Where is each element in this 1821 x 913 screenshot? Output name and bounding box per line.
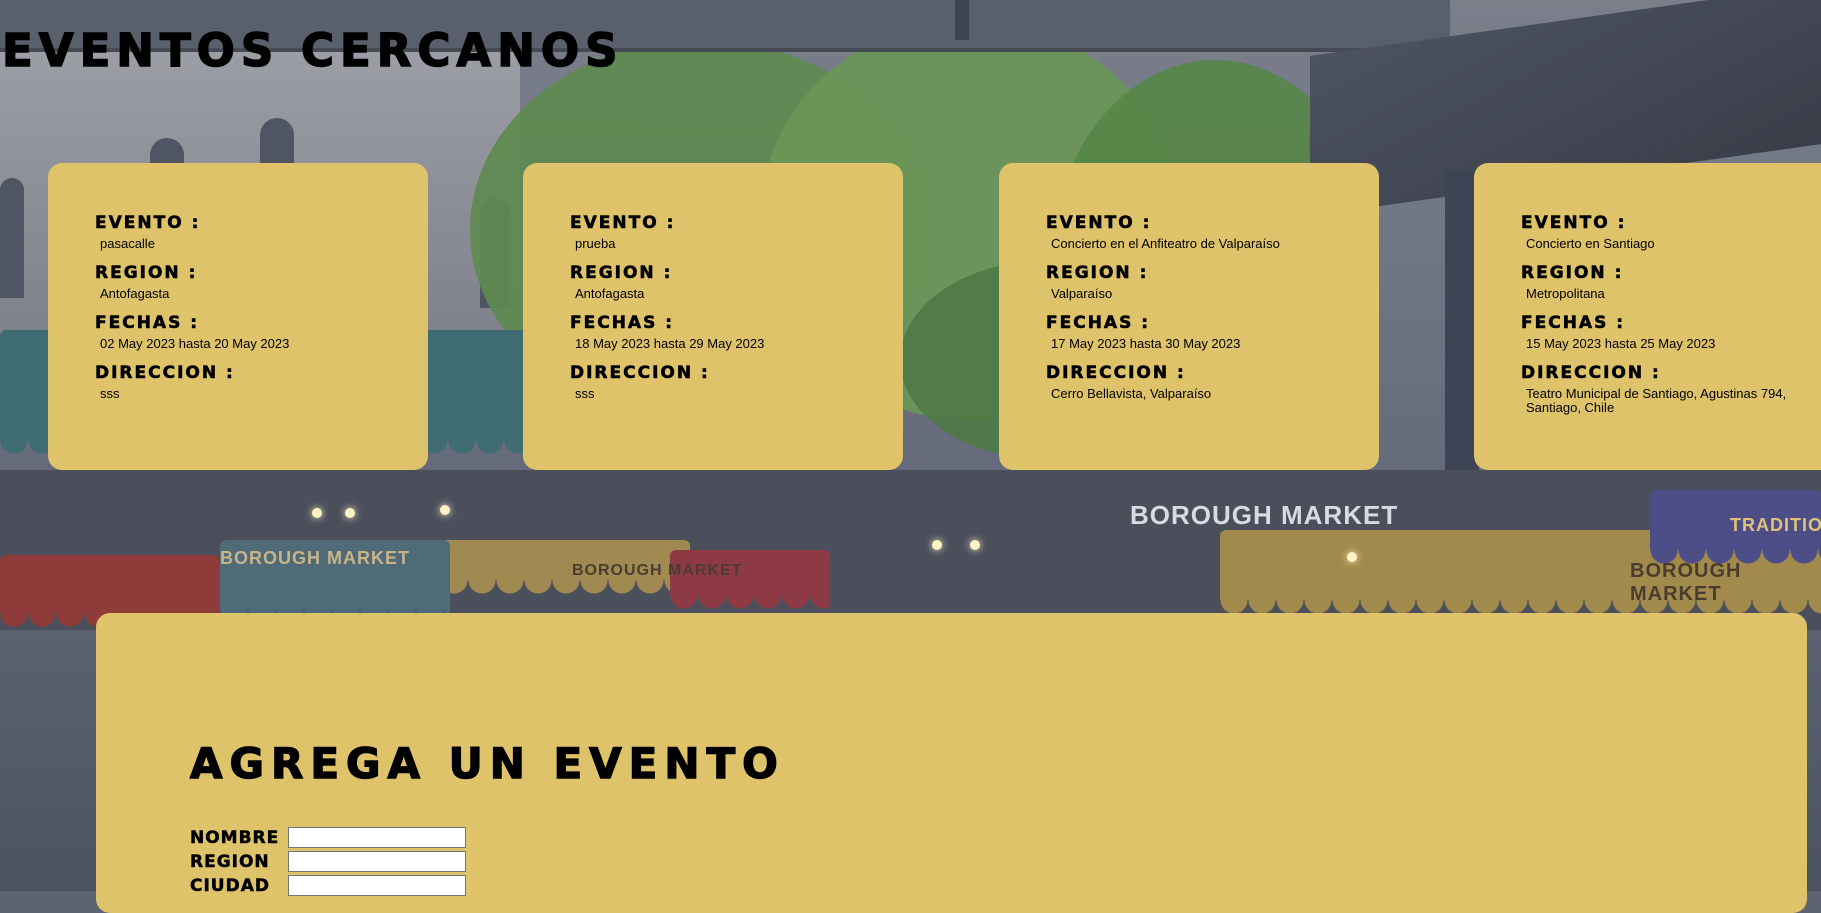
sign-borough-market: BOROUGH MARKET	[572, 562, 743, 579]
form-title: AGREGA UN EVENTO	[189, 739, 785, 788]
sign-traditional: TRADITIONAL	[1730, 515, 1821, 535]
evento-value: Concierto en el Anfiteatro de Valparaíso	[1051, 236, 1280, 251]
event-card: EVENTO : prueba REGION : Antofagasta FEC…	[523, 163, 903, 470]
region-label: REGION :	[95, 263, 198, 284]
fechas-value: 02 May 2023 hasta 20 May 2023	[100, 336, 290, 351]
direccion-value: sss	[100, 386, 120, 401]
fechas-value: 15 May 2023 hasta 25 May 2023	[1526, 336, 1716, 351]
nombre-input[interactable]	[288, 827, 466, 848]
evento-label: EVENTO :	[1521, 213, 1627, 234]
form-row-ciudad: CIUDAD	[190, 875, 466, 896]
evento-label: EVENTO :	[570, 213, 676, 234]
ciudad-label: CIUDAD	[190, 875, 270, 896]
sign-borough-market: BOROUGH MARKET	[220, 548, 410, 568]
add-event-form: AGREGA UN EVENTO NOMBRE REGION CIUDAD	[96, 613, 1807, 913]
region-value: Antofagasta	[575, 286, 645, 301]
region-label: REGION	[190, 851, 270, 872]
event-card: EVENTO : Concierto en Santiago REGION : …	[1474, 163, 1821, 470]
evento-label: EVENTO :	[1046, 213, 1152, 234]
ciudad-input[interactable]	[288, 875, 466, 896]
direccion-value: sss	[575, 386, 595, 401]
region-label: REGION :	[570, 263, 673, 284]
direccion-value: Teatro Municipal de Santiago, Agustinas …	[1526, 386, 1787, 415]
direccion-label: DIRECCION :	[95, 363, 235, 384]
fechas-value: 17 May 2023 hasta 30 May 2023	[1051, 336, 1241, 351]
direccion-label: DIRECCION :	[1521, 363, 1661, 384]
region-label: REGION :	[1521, 263, 1624, 284]
evento-value: prueba	[575, 236, 616, 251]
region-value: Antofagasta	[100, 286, 170, 301]
form-row-region: REGION	[190, 851, 466, 872]
evento-value: pasacalle	[100, 236, 155, 251]
event-card: EVENTO : Concierto en el Anfiteatro de V…	[999, 163, 1379, 470]
sign-borough-market: BOROUGH MARKET	[1630, 560, 1742, 605]
nombre-label: NOMBRE	[190, 827, 280, 848]
fechas-label: FECHAS :	[570, 313, 675, 334]
evento-value: Concierto en Santiago	[1526, 236, 1655, 251]
region-input[interactable]	[288, 851, 466, 872]
fechas-value: 18 May 2023 hasta 29 May 2023	[575, 336, 765, 351]
form-row-nombre: NOMBRE	[190, 827, 466, 848]
region-label: REGION :	[1046, 263, 1149, 284]
page-title: EVENTOS CERCANOS	[1, 24, 624, 77]
region-value: Valparaíso	[1051, 286, 1113, 301]
fechas-label: FECHAS :	[95, 313, 200, 334]
event-card: EVENTO : pasacalle REGION : Antofagasta …	[48, 163, 428, 470]
evento-label: EVENTO :	[95, 213, 201, 234]
direccion-label: DIRECCION :	[1046, 363, 1186, 384]
fechas-label: FECHAS :	[1046, 313, 1151, 334]
fechas-label: FECHAS :	[1521, 313, 1626, 334]
region-value: Metropolitana	[1526, 286, 1605, 301]
sign-borough-market: BOROUGH MARKET	[1130, 500, 1399, 530]
direccion-label: DIRECCION :	[570, 363, 710, 384]
direccion-value: Cerro Bellavista, Valparaíso	[1051, 386, 1212, 401]
